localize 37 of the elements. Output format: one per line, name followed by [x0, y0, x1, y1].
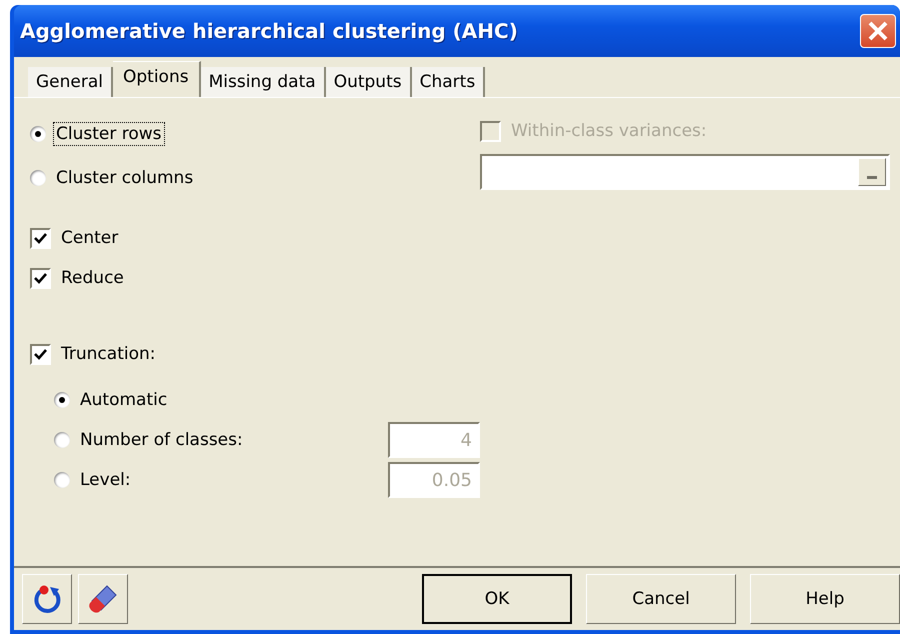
checkmark-icon [34, 232, 47, 244]
option-label: Reduce [60, 267, 125, 289]
checkmark-icon [34, 272, 47, 284]
radio-button[interactable] [30, 126, 46, 142]
option-label: Cluster rows [54, 123, 164, 145]
option-label: Center [60, 227, 120, 249]
checkbox[interactable] [30, 228, 51, 248]
option-label: Truncation: [60, 343, 156, 365]
ellipsis-icon [867, 174, 877, 180]
option-label: Level: [79, 469, 132, 491]
close-button[interactable] [860, 14, 896, 48]
window-title: Agglomerative hierarchical clustering (AHC) [20, 19, 518, 43]
checkbox[interactable] [30, 344, 51, 364]
option-label: Cluster columns [55, 167, 194, 189]
eraser-button[interactable] [78, 574, 128, 624]
radio-button[interactable] [30, 170, 46, 186]
checkbox[interactable] [30, 268, 51, 288]
dialog-button[interactable]: Cancel [586, 574, 736, 624]
checkmark-icon [34, 348, 47, 360]
tab[interactable]: Options [113, 61, 201, 97]
radio-button[interactable] [54, 392, 70, 408]
radio-button[interactable] [54, 472, 70, 488]
range-field[interactable] [480, 154, 890, 190]
dialog-button[interactable]: Help [750, 574, 900, 624]
browse-button[interactable] [858, 158, 886, 186]
option-label: Within-class variances: [510, 120, 708, 142]
option-label: Number of classes: [79, 429, 244, 451]
radio-button[interactable] [54, 432, 70, 448]
option-label: Automatic [79, 389, 168, 411]
tab[interactable]: General [28, 67, 113, 97]
dialog-button[interactable]: OK [422, 574, 572, 624]
tab[interactable]: Missing data [200, 67, 326, 97]
eraser-icon [87, 583, 119, 615]
reset-button[interactable] [22, 574, 72, 624]
tab[interactable]: Outputs [326, 67, 412, 97]
tab[interactable]: Charts [412, 67, 486, 97]
close-icon [867, 20, 889, 42]
